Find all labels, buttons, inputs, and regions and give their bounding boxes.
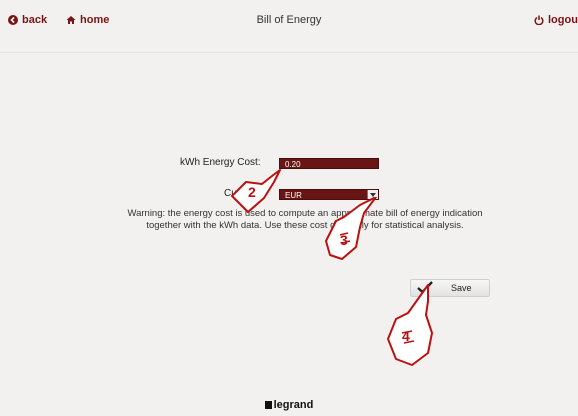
annotation-marker-4: 4 [382, 283, 442, 369]
top-bar: back home Bill of Energy logout [0, 0, 578, 53]
annotation-number: 4 [402, 328, 410, 344]
hand-pointer-icon [231, 169, 281, 213]
annotation-number: 3 [340, 232, 348, 248]
annotation-marker-3: 3 [320, 196, 380, 263]
logout-button[interactable]: logout [534, 14, 578, 26]
legrand-logo: legrand [0, 399, 578, 411]
annotation-marker-2: 2 [228, 168, 288, 218]
page-title: Bill of Energy [256, 14, 322, 26]
save-label: Save [451, 283, 472, 293]
logo-text: legrand [273, 399, 314, 411]
hand-pointer-icon [325, 196, 377, 260]
energy-cost-input[interactable]: 0.20 [279, 158, 379, 169]
power-icon [534, 15, 544, 25]
energy-cost-label: kWh Energy Cost: [180, 157, 261, 168]
annotation-number: 2 [248, 184, 256, 200]
logout-label: logout [548, 14, 578, 26]
logo-mark-icon [264, 401, 272, 409]
hand-pointer-icon [387, 284, 433, 366]
warning-text: Warning: the energy cost is used to comp… [127, 208, 483, 231]
